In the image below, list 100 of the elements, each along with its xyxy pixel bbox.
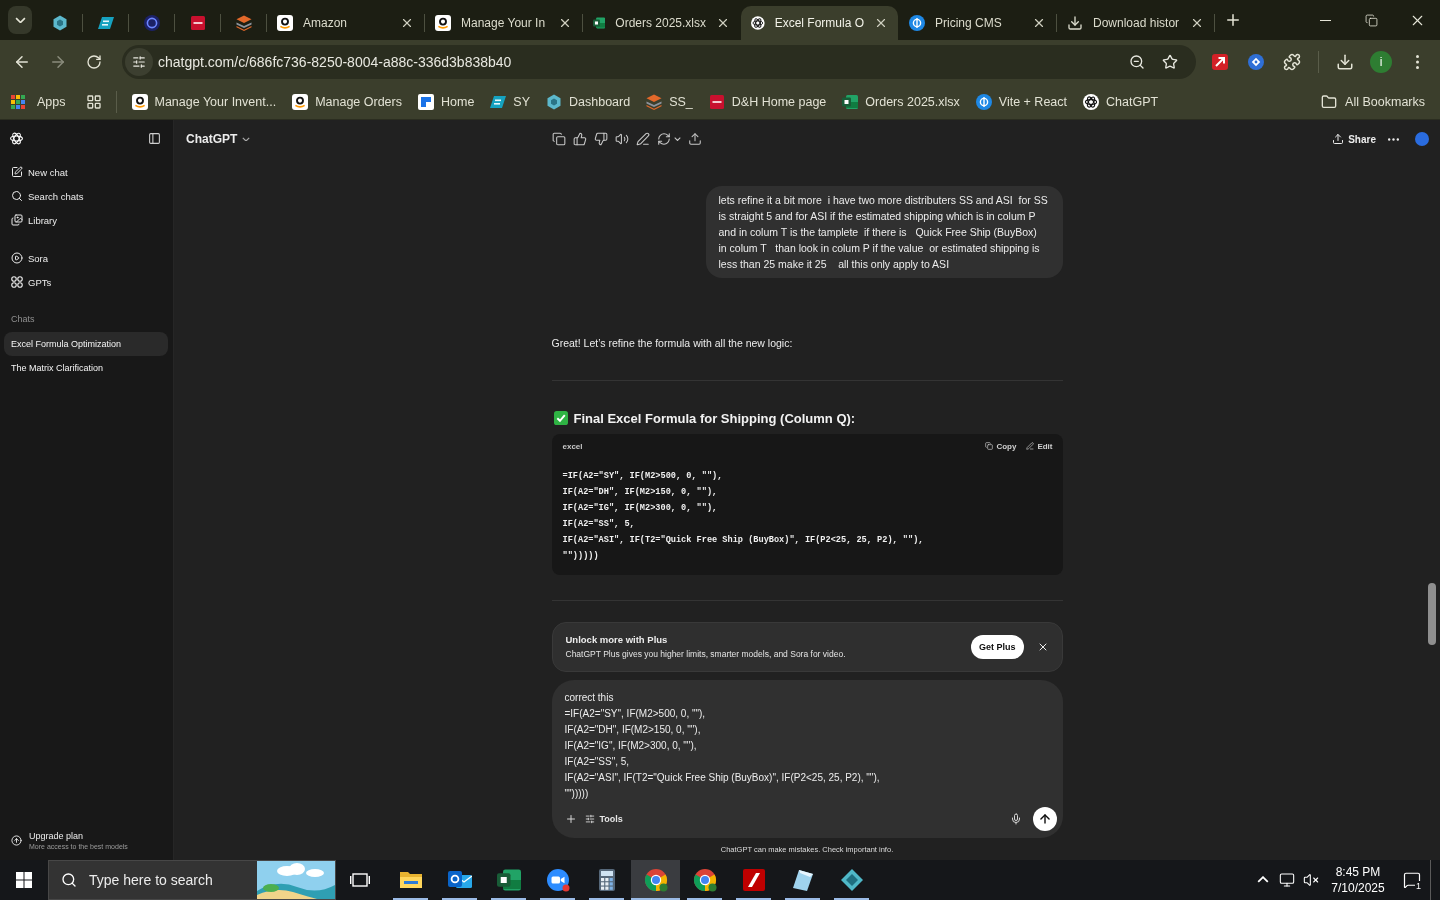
profile-avatar[interactable]: i <box>1370 51 1392 73</box>
reload-icon[interactable] <box>86 54 102 70</box>
square-logo-icon <box>189 15 206 31</box>
ring-logo-icon <box>143 15 160 31</box>
close-icon[interactable] <box>1190 16 1204 30</box>
site-info-button[interactable] <box>125 48 153 76</box>
code-line: =IF(A2="SY", IF(M2>500, 0, ""), <box>562 470 724 483</box>
close-icon[interactable] <box>874 16 888 30</box>
diamond-badge-icon[interactable] <box>1248 54 1264 70</box>
bookmark-item[interactable]: ChatGPT <box>1076 89 1166 114</box>
sidebar-item[interactable]: Sora <box>4 246 168 270</box>
sidebar-toggle-icon[interactable] <box>148 131 161 145</box>
address-bar[interactable]: chatgpt.com/c/686fc736-8250-8004-a88c-336d3b838b40 <box>122 45 1196 79</box>
muted-speaker-icon[interactable] <box>1302 872 1319 888</box>
message-input-field[interactable]: correct this =IF(A2="SY", IF(M2>500, 0, ""), IF(A2="DH", IF(M2>150, 0, ""), IF(A2="IG", IF(M2>300, 0, ""), IF(A2="SS", 5, IF(A2="ASI", IF(T2="Quick Free Ship (BuyBox)", IF(P2<25, 25, P2), ""), ""))))) <box>564 690 1057 802</box>
section-label: Chats <box>10 313 36 326</box>
regenerate-button[interactable] <box>656 132 681 146</box>
sliders-icon <box>584 814 595 824</box>
sidebar-item[interactable]: GPTs <box>4 270 168 294</box>
logo-icon <box>10 131 23 145</box>
all-bookmarks-button[interactable]: All Bookmarks <box>1313 89 1436 114</box>
browser-tab[interactable]: Manage Your In <box>425 6 582 40</box>
task-view-icon[interactable] <box>350 871 370 889</box>
folder-icon <box>1321 93 1338 110</box>
smile-logo-icon <box>435 15 451 31</box>
thumbs-down-icon[interactable] <box>593 132 608 146</box>
check-mark-icon <box>553 411 568 425</box>
puzzle-icon[interactable] <box>1283 53 1301 71</box>
scrollbar-thumb[interactable] <box>1428 583 1436 645</box>
bookmark-item[interactable]: Apps <box>4 90 73 113</box>
chevron-down-icon <box>673 136 681 142</box>
tools-button[interactable]: Tools <box>584 812 623 826</box>
plus-icon[interactable] <box>564 813 577 825</box>
more-icon[interactable] <box>1415 55 1419 69</box>
bookmark-item[interactable]: Manage Your Invent... <box>124 89 284 114</box>
thumbs-up-icon[interactable] <box>572 132 587 146</box>
spreadsheet-icon <box>842 93 859 110</box>
star-icon[interactable] <box>1162 54 1178 70</box>
chevron-down-icon <box>242 136 251 142</box>
square-logo-icon <box>708 93 725 110</box>
microphone-icon[interactable] <box>1009 813 1022 825</box>
browser-icon <box>643 868 668 892</box>
bookmark-item[interactable]: Manage Orders <box>285 89 409 114</box>
edit-code-button[interactable]: Edit <box>1026 441 1053 451</box>
browser-tab[interactable]: Pricing CMS <box>899 6 1056 40</box>
notifications-button[interactable]: 1 <box>1394 860 1430 900</box>
browser-tab[interactable]: Orders 2025.xlsx <box>583 6 740 40</box>
sidebar-item[interactable]: Library <box>4 208 168 232</box>
copy-icon <box>985 442 994 450</box>
stacked-layers-icon <box>235 15 252 31</box>
close-icon[interactable] <box>400 16 414 30</box>
close-icon[interactable] <box>558 16 572 30</box>
browser-tab[interactable]: Excel Formula O <box>741 6 898 40</box>
browser-tab[interactable]: Amazon <box>267 6 424 40</box>
search-input-field[interactable]: Type here to search <box>89 872 245 888</box>
share-button[interactable]: Share <box>1332 131 1376 147</box>
grid-icon[interactable] <box>85 93 102 110</box>
tab-search-button[interactable] <box>8 6 32 34</box>
bookmark-item[interactable]: D&H Home page <box>701 89 834 114</box>
download-icon[interactable] <box>1336 53 1354 71</box>
copy-code-button[interactable]: Copy <box>985 441 1017 451</box>
code-line: IF(A2="SS", 5, <box>562 518 636 531</box>
browser-tab[interactable]: Download histor <box>1057 6 1214 40</box>
chat-history-item[interactable]: Excel Formula Optimization <box>4 332 168 356</box>
pen-icon[interactable] <box>635 132 650 146</box>
bookmark-item[interactable]: Home <box>411 89 482 114</box>
forward-arrow-icon[interactable] <box>49 53 67 71</box>
sliders-icon <box>132 55 146 69</box>
upgrade-icon <box>11 835 22 846</box>
sidebar-item[interactable]: New chat <box>4 160 168 184</box>
network-icon[interactable] <box>1279 872 1295 888</box>
chevron-up-icon[interactable] <box>1257 876 1269 884</box>
clock-button[interactable]: 8:45 PM 7/10/2025 <box>1322 860 1394 900</box>
close-icon[interactable] <box>716 16 730 30</box>
arrow-tile-icon[interactable] <box>1212 54 1228 70</box>
send-button[interactable] <box>1032 807 1057 831</box>
chat-history-item[interactable]: The Matrix Clarification <box>4 356 168 380</box>
speaker-icon[interactable] <box>614 132 629 146</box>
bookmark-item[interactable]: Dashboard <box>539 89 638 114</box>
share-icon[interactable] <box>687 132 702 146</box>
download-icon <box>1067 15 1083 31</box>
avatar-icon[interactable] <box>1415 132 1429 146</box>
refresh-icon <box>656 132 671 146</box>
more-icon[interactable] <box>1388 137 1399 141</box>
bookmark-item[interactable]: SY <box>483 89 537 114</box>
close-icon[interactable] <box>1032 16 1046 30</box>
taskbar-app[interactable] <box>631 860 680 900</box>
model-selector[interactable]: ChatGPT <box>186 130 251 148</box>
bookmark-item[interactable]: SS_ <box>639 89 700 114</box>
app-grid-icon <box>11 94 25 109</box>
bookmark-item[interactable]: Orders 2025.xlsx <box>835 89 967 114</box>
pen-square-icon <box>11 166 23 178</box>
copy-icon[interactable] <box>551 132 566 146</box>
sidebar-item[interactable]: Search chats <box>4 184 168 208</box>
get-plus-button[interactable]: Get Plus <box>971 635 1024 659</box>
smile-logo-icon <box>131 93 148 110</box>
bookmark-item[interactable]: Vite + React <box>968 89 1074 114</box>
spreadsheet-icon <box>496 868 521 892</box>
four-circles-icon <box>11 276 23 288</box>
zoom-out-icon[interactable] <box>1129 54 1145 70</box>
